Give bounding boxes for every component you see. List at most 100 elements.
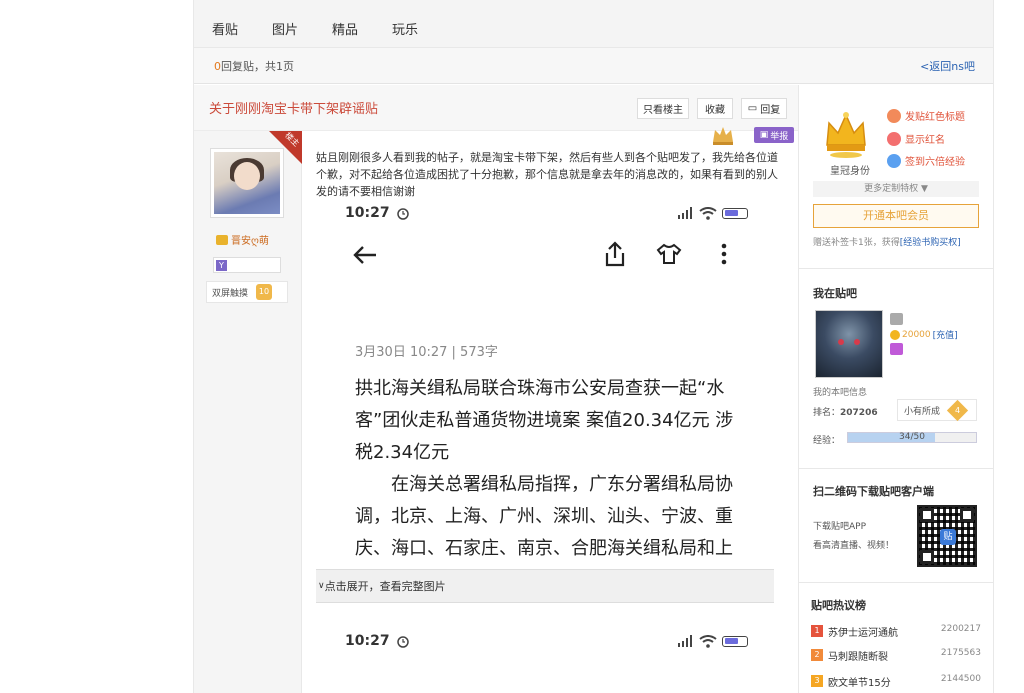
- exp-label: 经验：: [813, 436, 841, 446]
- perk-red-name: 显示红名: [887, 131, 945, 146]
- report-button[interactable]: ▣ 举报: [754, 127, 794, 143]
- second-image-status-bar: 10:27: [316, 629, 774, 653]
- expand-image-button[interactable]: ∨ 点击展开，查看完整图片: [316, 569, 774, 603]
- open-vip-button[interactable]: 开通本吧会员: [813, 204, 979, 228]
- favorite-button[interactable]: 收藏: [697, 98, 733, 119]
- rank-level: 4: [954, 405, 961, 415]
- wifi-icon: [699, 634, 717, 648]
- reply-text: 回复贴，共1页: [221, 59, 294, 73]
- sidebar: 皇冠身份 发贴红色标题 显示红名 签到六倍经验 更多定制特权 ▼ 开通本吧会员 …: [798, 85, 993, 693]
- reply-button[interactable]: ▭ 回复: [741, 98, 787, 119]
- post-text: 姑且刚刚很多人看到我的帖子，就是淘宝卡带下架，然后有些人到各个贴吧发了，我先给各…: [316, 151, 778, 198]
- qr-code[interactable]: 贴: [917, 505, 977, 567]
- report-label: 举报: [770, 131, 789, 142]
- post-image[interactable]: 10:27 3月30日 10:27 | 573字 拱北海关缉私局联合珠海市公安局…: [316, 201, 774, 693]
- hot-topic: 苏伊士运河通航: [828, 628, 898, 639]
- hot-count: 2175563: [940, 648, 981, 658]
- more-icon: [721, 243, 727, 265]
- phone-clock-2: 10:27: [345, 633, 390, 649]
- reply-count: 0: [214, 59, 221, 73]
- perk-label: 显示红名: [905, 135, 945, 146]
- post-content: ▣ 举报 姑且刚刚很多人看到我的帖子，就是淘宝卡带下架，然后有些人到各个贴吧发了，…: [302, 127, 798, 693]
- qr-title: 扫二维码下载贴吧客户端: [813, 485, 934, 498]
- avatar-image: [214, 152, 280, 214]
- alarm-icon: [396, 636, 409, 648]
- reply-label: 回复: [760, 105, 781, 116]
- article-app-bar: [316, 225, 774, 289]
- author-panel: 楼主 晋安ღ萌 Y 双屏触摸 10: [194, 131, 302, 693]
- battery-icon: [722, 207, 748, 219]
- signal-icon: [678, 207, 692, 219]
- tab-posts[interactable]: 看贴: [212, 19, 238, 38]
- exp-text: 34/50: [899, 432, 925, 442]
- phone-clock: 10:27: [345, 205, 390, 221]
- rank-label: 排名：: [813, 408, 841, 418]
- my-info-label: 我的本吧信息: [813, 388, 868, 398]
- exp-progress-bar: 34/50: [847, 432, 977, 443]
- thread-title-bar: 关于刚刚淘宝卡带下架辟谣贴 只看楼主 收藏 ▭ 回复: [194, 85, 798, 131]
- hot-item[interactable]: 3 欧文单节15分 2144500: [811, 673, 981, 689]
- hot-topic: 欧文单节15分: [828, 678, 891, 689]
- sign-perk-icon: [887, 153, 901, 168]
- name-perk-icon: [887, 131, 901, 146]
- hot-rank: 1: [811, 625, 823, 637]
- hot-rank: 2: [811, 649, 823, 661]
- crown-label: 皇冠身份: [830, 166, 870, 177]
- article-headline: 拱北海关缉私局联合珠海市公安局查获一起“水客”团伙走私普通货物进境案 案值20.…: [355, 378, 734, 463]
- my-bar-title: 我在贴吧: [813, 287, 857, 300]
- perk-sign-exp: 签到六倍经验: [887, 153, 965, 168]
- gift-desc: 赠送补签卡1张，获得: [813, 238, 900, 248]
- more-privileges-button[interactable]: 更多定制特权 ▼: [813, 181, 979, 197]
- hot-item[interactable]: 1 苏伊士运河通航 2200217: [811, 623, 981, 639]
- hot-title: 贴吧热议榜: [811, 599, 866, 612]
- qr-panel: 扫二维码下载贴吧客户端 下载贴吧APP 看高清直播、视频！ 贴: [799, 469, 993, 583]
- qr-line1: 下载贴吧APP: [813, 522, 867, 532]
- coin-info: 20000 [充值]: [890, 328, 958, 341]
- tab-fun[interactable]: 玩乐: [392, 19, 418, 38]
- my-avatar[interactable]: [815, 310, 883, 378]
- hot-topic: 马刺跟随断裂: [828, 652, 888, 663]
- comment-icon: ▭: [747, 103, 758, 114]
- alarm-icon: [396, 208, 409, 220]
- vip-panel: 皇冠身份 发贴红色标题 显示红名 签到六倍经验 更多定制特权 ▼ 开通本吧会员 …: [799, 85, 993, 269]
- vip-crown-icon: [216, 234, 228, 245]
- author-name[interactable]: 晋安ღ萌: [216, 232, 269, 247]
- wifi-icon: [699, 206, 717, 220]
- hot-rank: 3: [811, 675, 823, 687]
- author-name-text: 晋安ღ萌: [231, 236, 269, 247]
- article-text: 拱北海关缉私局联合珠海市公安局查获一起“水客”团伙走私普通货物进境案 案值20.…: [355, 373, 735, 597]
- back-to-bar-link[interactable]: <返回ns吧: [920, 58, 975, 74]
- only-op-button[interactable]: 只看楼主: [637, 98, 689, 119]
- tab-featured[interactable]: 精品: [332, 19, 358, 38]
- reply-summary: 0回复贴，共1页: [214, 58, 294, 74]
- expand-label: 点击展开，查看完整图片: [324, 580, 446, 593]
- perk-red-title: 发贴红色标题: [887, 108, 965, 123]
- member-badge-icon: [890, 343, 903, 355]
- crown-icon: [826, 112, 866, 158]
- author-avatar[interactable]: [210, 148, 284, 218]
- gift-text: 赠送补签卡1张，获得[经验书购买权]: [813, 235, 961, 248]
- author-level[interactable]: 双屏触摸 10: [206, 281, 288, 303]
- author-badge-box: Y: [213, 257, 281, 273]
- gift-link[interactable]: [经验书购买权]: [900, 238, 961, 248]
- tab-images[interactable]: 图片: [272, 19, 298, 38]
- shirt-icon: [656, 243, 682, 264]
- share-icon: [605, 241, 625, 267]
- reply-info-bar: 0回复贴，共1页 <返回ns吧: [194, 48, 993, 84]
- rank-row: 排名：207206: [813, 405, 878, 418]
- signal-icon: [678, 635, 692, 647]
- level-title: 双屏触摸: [212, 288, 249, 299]
- my-bar-panel: 我在贴吧 20000 [充值] 我的本吧信息 排名：207206 小有所成 4 …: [799, 269, 993, 469]
- nav-bar: 看贴 图片 精品 玩乐: [194, 10, 993, 48]
- hot-item[interactable]: 2 马刺跟随断裂 2175563: [811, 647, 981, 663]
- hot-count: 2144500: [940, 674, 981, 684]
- top-strip: [194, 0, 993, 10]
- level-badge: 10: [256, 284, 273, 300]
- recharge-link[interactable]: [充值]: [933, 328, 958, 341]
- coin-count: 20000: [902, 329, 931, 340]
- rank-value: 207206: [840, 408, 878, 418]
- phone-status-bar: 10:27: [316, 201, 774, 225]
- chevron-down-icon: ∨: [318, 581, 325, 591]
- back-arrow-icon: [353, 246, 376, 264]
- title-perk-icon: [887, 108, 901, 123]
